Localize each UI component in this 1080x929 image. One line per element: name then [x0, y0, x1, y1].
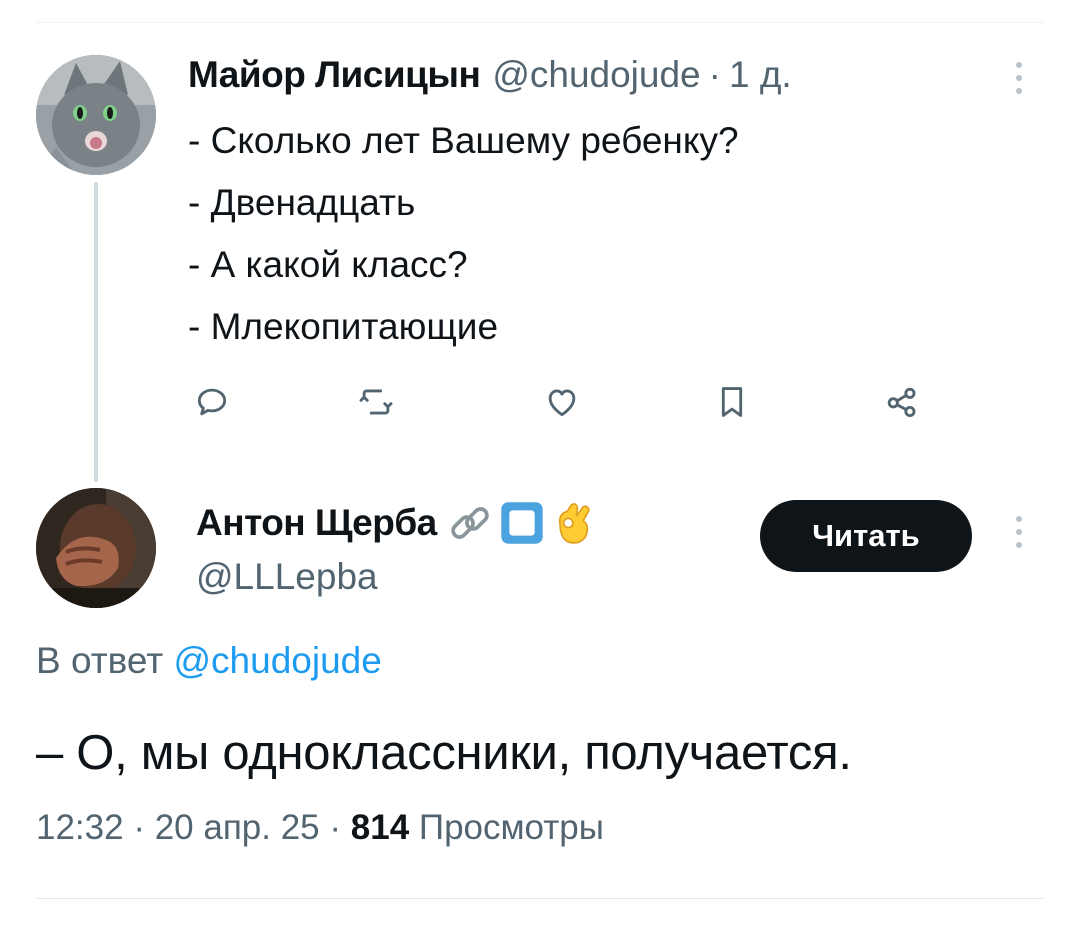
tweet-age[interactable]: 1 д. [729, 54, 792, 96]
bottom-divider [36, 898, 1044, 899]
author-name[interactable]: Майор Лисицын [188, 54, 481, 96]
ok-hand-emoji-icon [558, 503, 590, 544]
stop-button-emoji-icon [501, 502, 543, 544]
link-emoji-icon [451, 507, 489, 539]
reply-button[interactable] [188, 378, 236, 426]
name-emojis [447, 500, 597, 546]
reply-author-name-row: Антон Щерба [196, 500, 597, 546]
views-count[interactable]: 814 [351, 808, 409, 847]
separator-dot: · [133, 808, 145, 847]
tweet-body: - Сколько лет Вашему ребенку? - Двенадца… [188, 110, 739, 358]
tweet-date[interactable]: 20 апр. 25 [155, 808, 320, 847]
tweet-thread-page: Майор Лисицын @chudojude · 1 д. - Скольк… [0, 0, 1080, 929]
tweet-header: Майор Лисицын @chudojude · 1 д. [188, 50, 792, 100]
bookmark-icon [721, 387, 743, 417]
tweet-line: - Двенадцать [188, 182, 416, 223]
reply-context: В ответ @chudojude [36, 640, 382, 682]
tweet-line: - Млекопитающие [188, 306, 499, 347]
more-options-icon[interactable] [1004, 62, 1034, 94]
tweet-time[interactable]: 12:32 [36, 808, 124, 847]
follow-button[interactable]: Читать [760, 500, 972, 572]
author-avatar-cat[interactable] [36, 55, 156, 175]
reply-author-name[interactable]: Антон Щерба [196, 502, 437, 544]
reply-icon [197, 388, 227, 416]
views-label[interactable]: Просмотры [419, 808, 604, 847]
dark-photo-avatar-icon [36, 488, 156, 608]
more-options-icon[interactable] [1004, 516, 1034, 548]
reply-author-handle[interactable]: @LLLepba [196, 556, 378, 598]
thread-connector-line [94, 182, 98, 482]
reply-prefix: В ответ [36, 640, 164, 681]
share-icon [887, 387, 916, 418]
tweet-meta: 12:32 · 20 апр. 25 · 814 Просмотры [36, 808, 604, 848]
reply-author-avatar[interactable] [36, 488, 156, 608]
separator-dot: · [708, 54, 721, 95]
share-button[interactable] [878, 378, 926, 426]
tweet-line: - Сколько лет Вашему ребенку? [188, 120, 739, 161]
retweet-button[interactable] [352, 378, 400, 426]
reply-tweet-text: – О, мы одноклассники, получается. [36, 726, 852, 780]
heart-icon [548, 389, 576, 417]
tweet-line: - А какой класс? [188, 244, 468, 285]
author-handle[interactable]: @chudojude [492, 54, 700, 96]
gray-cat-avatar-icon [36, 55, 156, 175]
retweet-icon [359, 389, 393, 415]
bookmark-button[interactable] [708, 378, 756, 426]
reply-to-handle-link[interactable]: @chudojude [174, 640, 382, 681]
top-divider [36, 22, 1044, 23]
separator-dot: · [329, 808, 342, 847]
like-button[interactable] [538, 378, 586, 426]
tweet-action-bar [188, 378, 948, 426]
